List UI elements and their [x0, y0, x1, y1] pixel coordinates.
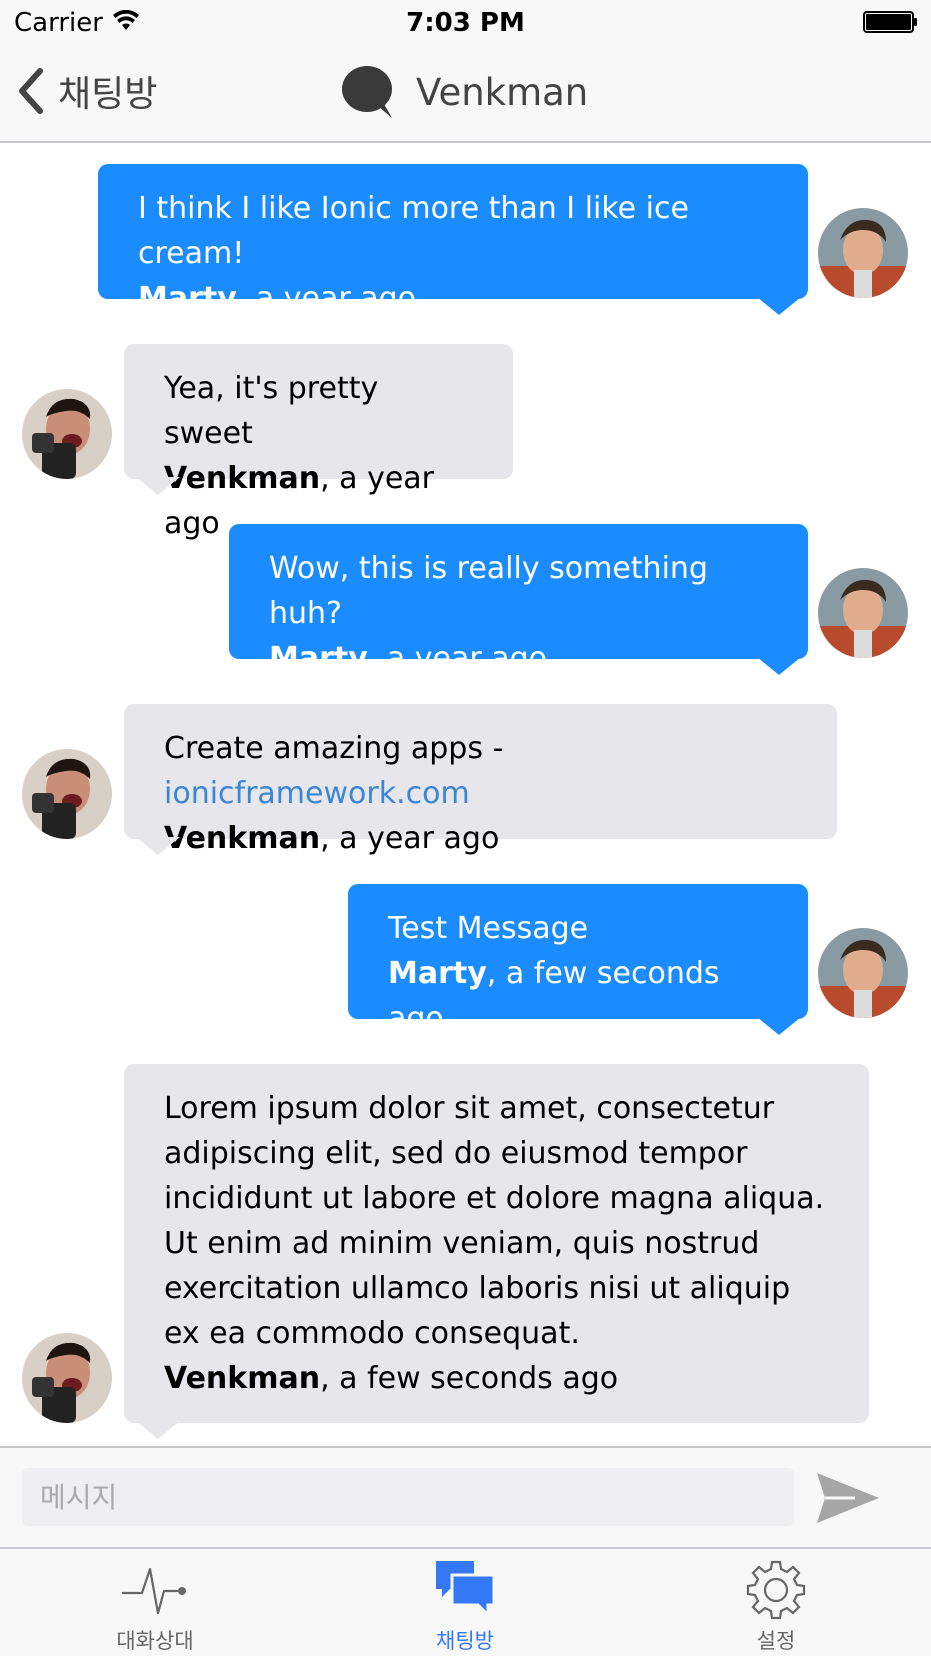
message-author: Venkman [164, 1361, 321, 1396]
message-meta: Venkman, a few seconds ago [164, 1356, 829, 1401]
avatar-marty[interactable] [818, 208, 908, 298]
avatar-venkman[interactable] [22, 749, 112, 839]
message-bubble-incoming: Yea, it's pretty sweet Venkman, a year a… [124, 344, 513, 541]
send-icon[interactable] [815, 1470, 881, 1526]
tab-chats[interactable]: 채팅방 [310, 1549, 620, 1656]
message-text-prefix: Create amazing apps - [164, 731, 504, 766]
status-bar: Carrier 7:03 PM [0, 0, 931, 44]
pulse-icon [122, 1567, 186, 1615]
avatar-marty[interactable] [818, 928, 908, 1018]
message-composer [0, 1446, 931, 1547]
message-text: Lorem ipsum dolor sit amet, consectetur … [164, 1091, 825, 1351]
bubble-tail [757, 297, 801, 315]
tab-label: 설정 [756, 1629, 796, 1653]
message-input[interactable] [22, 1468, 794, 1526]
status-time: 7:03 PM [406, 8, 525, 38]
message-time: , a year ago [367, 641, 548, 676]
tab-label: 대화상대 [116, 1629, 194, 1653]
avatar-venkman[interactable] [22, 389, 112, 479]
back-label: 채팅방 [58, 74, 158, 115]
bubble-tail [136, 837, 180, 855]
bubble-tail [757, 1017, 801, 1035]
message-meta: Marty, a year ago [138, 276, 768, 321]
message-author: Venkman [164, 461, 321, 496]
tab-bar: 대화상대 채팅방 설정 [0, 1547, 931, 1656]
message-text: Yea, it's pretty sweet [164, 371, 379, 451]
conversation-name: Venkman [416, 70, 589, 114]
bubble-tail [757, 657, 801, 675]
message-time: , a year ago [236, 281, 417, 316]
page-title: Venkman [340, 62, 588, 122]
tab-label: 채팅방 [436, 1629, 494, 1653]
back-button[interactable]: 채팅방 [14, 66, 157, 116]
message-time: , a few seconds ago [320, 1361, 619, 1396]
venkman-avatar-image [22, 749, 112, 839]
tab-contacts[interactable]: 대화상대 [0, 1549, 310, 1656]
marty-avatar-image [818, 568, 908, 658]
marty-avatar-image [818, 208, 908, 298]
message-text: Wow, this is really something huh? [269, 551, 708, 631]
message-link[interactable]: ionicframework.com [164, 776, 470, 811]
battery-icon [863, 11, 917, 33]
chevron-left-icon [19, 68, 43, 114]
message-author: Marty [269, 641, 368, 676]
message-bubble-incoming: Create amazing apps - ionicframework.com… [124, 704, 837, 856]
message-author: Marty [388, 956, 487, 991]
bubble-tail [136, 1421, 180, 1439]
marty-avatar-image [818, 928, 908, 1018]
venkman-avatar-image [22, 389, 112, 479]
venkman-avatar-image [22, 1333, 112, 1423]
gear-icon [746, 1560, 806, 1620]
bubble-tail [136, 477, 180, 495]
chats-icon [436, 1561, 496, 1619]
avatar-marty[interactable] [818, 568, 908, 658]
avatar-venkman[interactable] [22, 1333, 112, 1423]
message-bubble-incoming: Lorem ipsum dolor sit amet, consectetur … [124, 1064, 869, 1423]
message-time: , a year ago [320, 821, 500, 856]
message-list: I think I like Ionic more than I like ic… [0, 145, 931, 1445]
message-meta: Marty, a few seconds ago [388, 951, 768, 1041]
message-author: Marty [138, 281, 237, 316]
message-meta: Marty, a year ago [269, 636, 768, 681]
chat-bubble-icon [342, 66, 392, 118]
message-bubble-outgoing: Wow, this is really something huh? Marty… [229, 524, 808, 676]
message-text: Create amazing apps - ionicframework.com [164, 726, 797, 816]
message-text: I think I like Ionic more than I like ic… [138, 191, 689, 271]
tab-settings[interactable]: 설정 [621, 1549, 931, 1656]
message-bubble-outgoing: I think I like Ionic more than I like ic… [98, 164, 808, 316]
message-bubble-outgoing: Test Message Marty, a few seconds ago [348, 884, 808, 1036]
message-meta: Venkman, a year ago [164, 816, 797, 861]
message-author: Venkman [164, 821, 321, 856]
nav-bar: 채팅방 Venkman [0, 44, 931, 143]
message-text: Test Message [388, 911, 589, 946]
